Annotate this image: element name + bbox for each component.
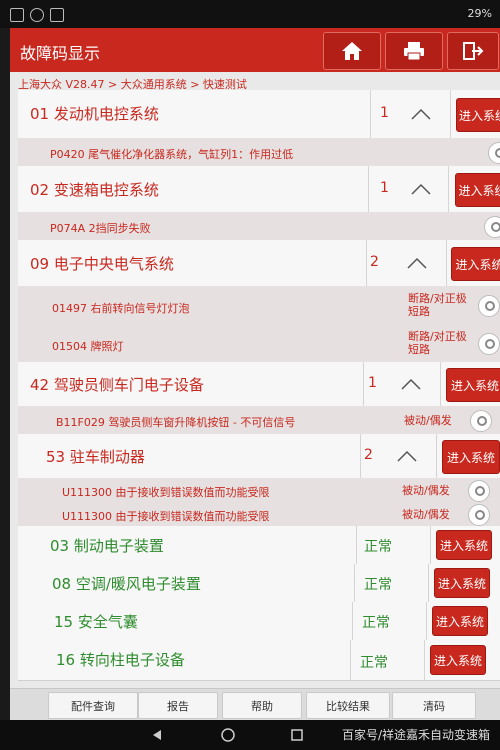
title-bar: 故障码显示 <box>10 28 500 72</box>
system-name: 08 空调/暖风电子装置 <box>52 575 201 593</box>
report-button[interactable]: 报告 <box>138 692 218 719</box>
system-name: 15 安全气囊 <box>54 613 138 631</box>
fault-count: 1 <box>380 105 389 121</box>
sync-icon <box>30 8 44 22</box>
fault-row: U111300 由于接收到错误数值而功能受限 被动/偶发 <box>18 478 500 503</box>
system-name: 03 制动电子装置 <box>50 537 164 555</box>
fault-status: 断路/对正极短路 <box>408 330 467 356</box>
status-normal: 正常 <box>362 615 390 631</box>
fault-text: U111300 由于接收到错误数值而功能受限 <box>62 486 270 499</box>
back-icon[interactable] <box>150 728 164 742</box>
system-row[interactable]: 42 驾驶员侧车门电子设备 1 进入系统 <box>18 362 500 407</box>
system-name: 09 电子中央电气系统 <box>30 255 174 273</box>
status-normal: 正常 <box>364 577 392 593</box>
enter-system-button[interactable]: 进入系统 <box>436 530 492 560</box>
search-icon[interactable] <box>468 480 490 502</box>
chevron-up-icon[interactable] <box>410 107 432 121</box>
fault-text: U111300 由于接收到错误数值而功能受限 <box>62 510 270 523</box>
watermark-caption: 百家号/祥途嘉禾自动变速箱 <box>341 728 490 742</box>
system-name: 16 转向柱电子设备 <box>56 651 185 669</box>
fault-status: 被动/偶发 <box>402 484 450 497</box>
gallery-icon <box>10 8 24 22</box>
bottom-toolbar: 配件查询 报告 帮助 比较结果 清码 <box>10 688 500 720</box>
search-icon[interactable] <box>478 295 500 317</box>
home-button[interactable] <box>323 32 381 70</box>
clear-codes-button[interactable]: 清码 <box>392 692 476 719</box>
chevron-up-icon[interactable] <box>410 182 432 196</box>
print-button[interactable] <box>385 32 443 70</box>
system-name: 02 变速箱电控系统 <box>30 181 159 199</box>
home-nav-icon[interactable] <box>220 727 236 743</box>
fault-text: 01497 右前转向信号灯灯泡 <box>52 302 190 315</box>
search-icon[interactable] <box>478 333 500 355</box>
fault-row: P074A 2挡同步失败 <box>18 212 500 241</box>
fault-row: U111300 由于接收到错误数值而功能受限 被动/偶发 <box>18 502 500 527</box>
battery-level: 29% <box>467 7 492 20</box>
search-icon[interactable] <box>488 142 500 164</box>
exit-icon <box>463 42 484 60</box>
chevron-up-icon[interactable] <box>396 449 418 463</box>
home-icon <box>342 42 362 60</box>
navigation-bar: 百家号/祥途嘉禾自动变速箱 <box>0 720 500 750</box>
fault-status: 被动/偶发 <box>404 414 452 427</box>
fault-text: 01504 牌照灯 <box>52 340 124 353</box>
recent-apps-icon[interactable] <box>290 728 304 742</box>
fault-count: 2 <box>370 254 379 270</box>
enter-system-button[interactable]: 进入系统 <box>456 98 500 132</box>
fault-row: B11F029 驾驶员侧车窗升降机按钮 - 不可信信号 被动/偶发 <box>18 406 500 435</box>
status-normal: 正常 <box>360 655 388 671</box>
page-title: 故障码显示 <box>20 44 101 63</box>
system-row-ok[interactable]: 16 转向柱电子设备 正常 进入系统 <box>18 640 500 681</box>
enter-system-button[interactable]: 进入系统 <box>442 440 500 474</box>
enter-system-button[interactable]: 进入系统 <box>434 568 490 598</box>
fault-count: 1 <box>380 180 389 196</box>
search-icon[interactable] <box>484 216 500 238</box>
system-name: 53 驻车制动器 <box>46 448 145 466</box>
fault-row: 01497 右前转向信号灯灯泡 断路/对正极短路 <box>18 286 500 327</box>
printer-icon <box>404 42 424 61</box>
fault-row: 01504 牌照灯 断路/对正极短路 <box>18 326 500 363</box>
enter-system-button[interactable]: 进入系统 <box>455 173 500 207</box>
system-row[interactable]: 53 驻车制动器 2 进入系统 <box>18 434 500 479</box>
search-icon[interactable] <box>470 410 492 432</box>
fault-text: P074A 2挡同步失败 <box>50 222 151 235</box>
status-bar: 29% <box>0 0 500 28</box>
system-row[interactable]: 01 发动机电控系统 1 进入系统 <box>18 90 500 139</box>
fault-status: 断路/对正极短路 <box>408 292 467 318</box>
fault-count: 2 <box>364 447 373 463</box>
system-row[interactable]: 09 电子中央电气系统 2 进入系统 <box>18 240 500 287</box>
system-name: 01 发动机电控系统 <box>30 105 159 123</box>
app-screen: 故障码显示 上海大众 V28.47 > 大众通用系统 > 快速测试 01 发动机… <box>10 28 500 720</box>
notification-icon <box>50 8 64 22</box>
parts-query-button[interactable]: 配件查询 <box>48 692 138 719</box>
status-normal: 正常 <box>364 539 392 555</box>
enter-system-button[interactable]: 进入系统 <box>451 247 500 281</box>
fault-row: P0420 尾气催化净化器系统，气缸列1：作用过低 <box>18 138 500 167</box>
system-row-ok[interactable]: 15 安全气囊 正常 进入系统 <box>18 602 500 641</box>
fault-status: 被动/偶发 <box>402 508 450 521</box>
enter-system-button[interactable]: 进入系统 <box>446 368 500 402</box>
system-name: 42 驾驶员侧车门电子设备 <box>30 376 204 394</box>
system-row-ok[interactable]: 03 制动电子装置 正常 进入系统 <box>18 526 500 565</box>
enter-system-button[interactable]: 进入系统 <box>430 645 486 675</box>
system-row-ok[interactable]: 08 空调/暖风电子装置 正常 进入系统 <box>18 564 500 603</box>
search-icon[interactable] <box>468 504 490 526</box>
enter-system-button[interactable]: 进入系统 <box>432 606 488 636</box>
chevron-up-icon[interactable] <box>406 256 428 270</box>
compare-results-button[interactable]: 比较结果 <box>306 692 390 719</box>
chevron-up-icon[interactable] <box>400 377 422 391</box>
fault-text: P0420 尾气催化净化器系统，气缸列1：作用过低 <box>50 148 294 161</box>
system-row[interactable]: 02 变速箱电控系统 1 进入系统 <box>18 166 500 213</box>
fault-text: B11F029 驾驶员侧车窗升降机按钮 - 不可信信号 <box>56 416 296 429</box>
exit-button[interactable] <box>447 32 499 70</box>
help-button[interactable]: 帮助 <box>222 692 302 719</box>
fault-count: 1 <box>368 375 377 391</box>
